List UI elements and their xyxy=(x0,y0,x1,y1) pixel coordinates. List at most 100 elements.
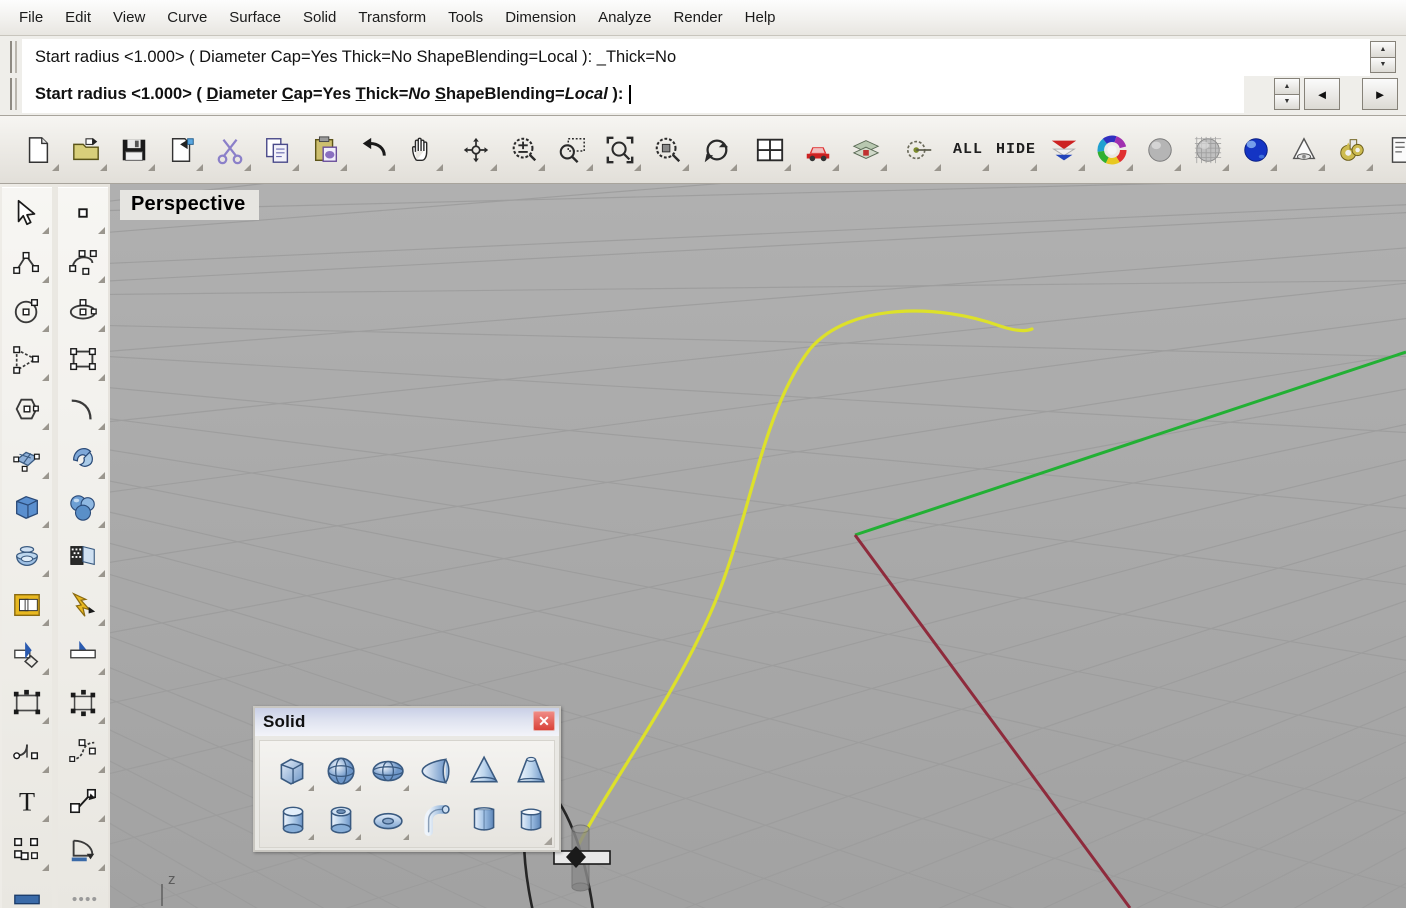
zoom-extents-icon[interactable] xyxy=(596,126,644,174)
blend-curve-icon[interactable] xyxy=(59,727,107,776)
zoom-window-icon[interactable] xyxy=(548,126,596,174)
copy-icon[interactable] xyxy=(254,126,302,174)
hide-objects-icon[interactable]: HIDE xyxy=(992,126,1040,174)
flyout-arrow-icon[interactable] xyxy=(42,570,49,577)
flyout-arrow-icon[interactable] xyxy=(100,163,107,171)
point-object-icon[interactable] xyxy=(59,188,107,237)
render-mesh-icon[interactable] xyxy=(1040,126,1088,174)
flyout-arrow-icon[interactable] xyxy=(98,815,105,822)
flyout-arrow-icon[interactable] xyxy=(98,325,105,332)
car-render-icon[interactable] xyxy=(794,126,842,174)
solid-toolbar-panel[interactable]: Solid ✕ xyxy=(253,706,561,852)
flyout-arrow-icon[interactable] xyxy=(682,163,689,171)
rotate-icon[interactable] xyxy=(59,825,107,874)
flyout-arrow-icon[interactable] xyxy=(148,163,155,171)
prev-command-button[interactable]: ◄ xyxy=(1304,78,1340,110)
gumball-icon[interactable] xyxy=(59,678,107,727)
fillet-curve-icon[interactable] xyxy=(3,727,51,776)
flyout-arrow-icon[interactable] xyxy=(42,864,49,871)
circle-icon[interactable] xyxy=(3,286,51,335)
polyline-icon[interactable] xyxy=(3,237,51,286)
flyout-arrow-icon[interactable] xyxy=(98,472,105,479)
flyout-arrow-icon[interactable] xyxy=(42,619,49,626)
flyout-arrow-icon[interactable] xyxy=(784,163,791,171)
four-viewport-icon[interactable] xyxy=(746,126,794,174)
flyout-arrow-icon[interactable] xyxy=(42,374,49,381)
flyout-arrow-icon[interactable] xyxy=(1318,163,1325,171)
cut-scissors-icon[interactable] xyxy=(206,126,254,174)
prompt-spinner-down[interactable]: ▼ xyxy=(1274,93,1300,110)
patch-surface-icon[interactable] xyxy=(59,433,107,482)
flyout-arrow-icon[interactable] xyxy=(292,163,299,171)
flyout-arrow-icon[interactable] xyxy=(307,785,314,791)
flyout-arrow-icon[interactable] xyxy=(42,766,49,773)
menu-surface[interactable]: Surface xyxy=(218,6,292,29)
explode-icon[interactable] xyxy=(59,580,107,629)
solid-sphere-icon[interactable] xyxy=(316,745,364,794)
polygon-icon[interactable] xyxy=(3,335,51,384)
solid-truncated-cone-icon[interactable] xyxy=(506,745,554,794)
menu-help[interactable]: Help xyxy=(734,6,787,29)
flyout-arrow-icon[interactable] xyxy=(730,163,737,171)
flyout-arrow-icon[interactable] xyxy=(1078,163,1085,171)
flyout-arrow-icon[interactable] xyxy=(98,570,105,577)
solid-paraboloid-icon[interactable] xyxy=(411,745,459,794)
move-icon[interactable] xyxy=(59,776,107,825)
revolve-icon[interactable] xyxy=(3,531,51,580)
box-icon[interactable] xyxy=(3,482,51,531)
flyout-arrow-icon[interactable] xyxy=(52,163,59,171)
layers-icon[interactable] xyxy=(842,126,890,174)
menu-file[interactable]: File xyxy=(8,6,54,29)
flyout-arrow-icon[interactable] xyxy=(1270,163,1277,171)
prompt-spinner[interactable]: ▲ ▼ xyxy=(1274,78,1300,110)
rotate-view-icon[interactable] xyxy=(452,126,500,174)
flyout-arrow-icon[interactable] xyxy=(436,163,443,171)
flyout-arrow-icon[interactable] xyxy=(42,521,49,528)
menu-dimension[interactable]: Dimension xyxy=(494,6,587,29)
flyout-arrow-icon[interactable] xyxy=(42,815,49,822)
zoom-previous-icon[interactable] xyxy=(692,126,740,174)
ellipse-icon[interactable] xyxy=(59,286,107,335)
show-all-icon[interactable]: ALL xyxy=(944,126,992,174)
flyout-arrow-icon[interactable] xyxy=(1030,163,1037,171)
sphere-boolean-icon[interactable] xyxy=(59,482,107,531)
flyout-arrow-icon[interactable] xyxy=(98,864,105,871)
spotlight-icon[interactable] xyxy=(1280,126,1328,174)
menu-curve[interactable]: Curve xyxy=(156,6,218,29)
flyout-arrow-icon[interactable] xyxy=(1126,163,1133,171)
flyout-arrow-icon[interactable] xyxy=(196,163,203,171)
flyout-arrow-icon[interactable] xyxy=(98,227,105,234)
menu-edit[interactable]: Edit xyxy=(54,6,102,29)
zoom-in-out-icon[interactable] xyxy=(500,126,548,174)
flyout-arrow-icon[interactable] xyxy=(98,766,105,773)
menu-transform[interactable]: Transform xyxy=(347,6,437,29)
properties-icon[interactable] xyxy=(1376,126,1406,174)
solid-panel-titlebar[interactable]: Solid ✕ xyxy=(255,708,559,736)
flyout-arrow-icon[interactable] xyxy=(355,785,362,791)
solid-cone-icon[interactable] xyxy=(459,745,507,794)
flyout-arrow-icon[interactable] xyxy=(98,717,105,724)
flyout-arrow-icon[interactable] xyxy=(98,374,105,381)
flyout-arrow-icon[interactable] xyxy=(880,163,887,171)
flyout-arrow-icon[interactable] xyxy=(98,423,105,430)
flyout-arrow-icon[interactable] xyxy=(42,325,49,332)
flyout-arrow-icon[interactable] xyxy=(403,785,410,791)
pan-hand-icon[interactable] xyxy=(398,126,446,174)
next-command-button[interactable]: ► xyxy=(1362,78,1398,110)
dots-icon[interactable] xyxy=(59,874,107,908)
flyout-arrow-icon[interactable] xyxy=(42,668,49,675)
menu-render[interactable]: Render xyxy=(662,6,733,29)
rectangle-icon[interactable] xyxy=(59,335,107,384)
history-spinner-up[interactable]: ▲ xyxy=(1370,41,1396,57)
flyout-arrow-icon[interactable] xyxy=(340,163,347,171)
flyout-arrow-icon[interactable] xyxy=(1366,163,1373,171)
flyout-arrow-icon[interactable] xyxy=(355,834,362,840)
perspective-viewport[interactable]: Perspective z Solid ✕ xyxy=(110,184,1406,908)
flyout-arrow-icon[interactable] xyxy=(388,163,395,171)
flyout-arrow-icon[interactable] xyxy=(1222,163,1229,171)
flyout-arrow-icon[interactable] xyxy=(42,423,49,430)
text-tool-icon[interactable]: T xyxy=(3,776,51,825)
rendered-view-icon[interactable] xyxy=(1232,126,1280,174)
array-icon[interactable] xyxy=(3,825,51,874)
solid-cylinder-icon[interactable] xyxy=(268,794,316,843)
